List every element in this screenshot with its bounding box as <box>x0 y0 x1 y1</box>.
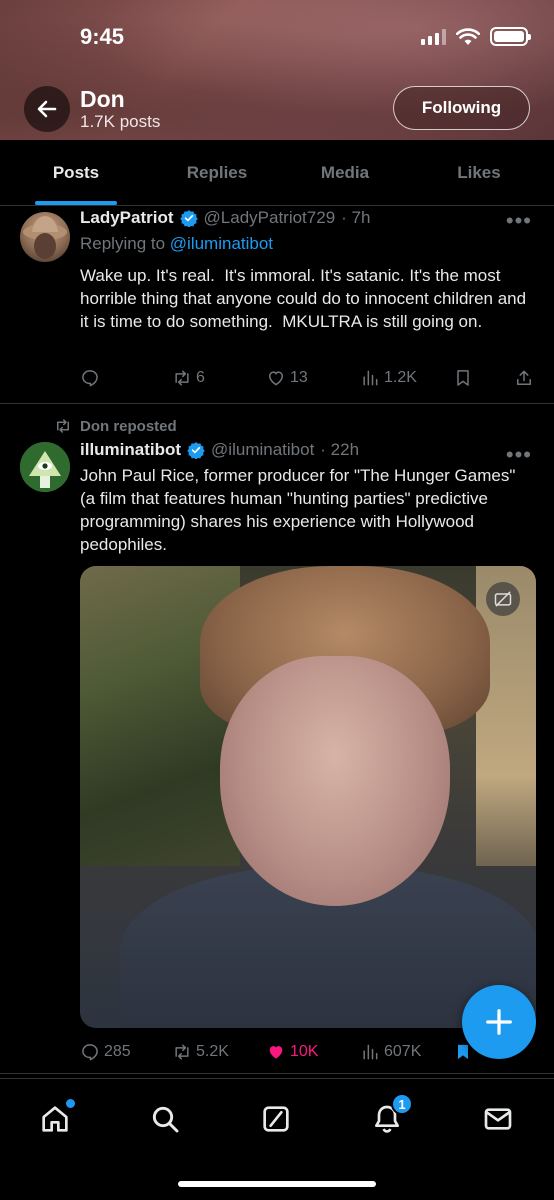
plus-icon <box>486 1009 512 1035</box>
reply-count: 285 <box>104 1043 131 1060</box>
tab-posts[interactable]: Posts <box>0 140 152 206</box>
reply-icon <box>82 1044 98 1061</box>
home-unread-dot <box>66 1099 75 1108</box>
repost-button[interactable]: 6 <box>172 368 205 388</box>
repost-count: 5.2K <box>196 1043 229 1060</box>
views-chart-icon <box>363 1044 378 1060</box>
repost-context: Don reposted <box>54 417 177 435</box>
compose-post-button[interactable] <box>462 985 536 1059</box>
nav-home[interactable] <box>33 1097 77 1141</box>
tweet-actions: 6 13 1.2K <box>80 368 535 392</box>
wifi-icon <box>456 27 480 45</box>
views-button[interactable]: 607K <box>360 1042 421 1062</box>
cowboy-hat-avatar-image <box>23 216 67 259</box>
captions-off-icon <box>494 591 512 607</box>
nav-notifications[interactable]: 1 <box>365 1093 413 1141</box>
mute-button[interactable] <box>486 582 520 616</box>
status-bar: 9:45 <box>0 0 554 72</box>
tweet[interactable]: LadyPatriot @LadyPatriot729 · 7h ••• Rep… <box>0 206 554 404</box>
tweet[interactable]: Don reposted illuminatibot @iluminatibot… <box>0 404 554 1074</box>
active-tab-indicator <box>35 201 117 205</box>
notification-badge: 1 <box>391 1093 413 1115</box>
verified-badge-icon <box>179 210 198 227</box>
repost-context-label: Don reposted <box>80 417 177 435</box>
author-handle[interactable]: @LadyPatriot729 <box>204 208 336 228</box>
tweet-text: Wake up. It's real. It's immoral. It's s… <box>80 266 531 331</box>
like-count: 10K <box>290 1043 319 1060</box>
eye-pyramid-avatar-image <box>20 442 70 492</box>
tweet-time: · 7h <box>341 208 371 227</box>
views-button[interactable]: 1.2K <box>360 368 417 388</box>
tab-likes[interactable]: Likes <box>404 140 554 206</box>
profile-name: Don <box>80 86 125 112</box>
author-name[interactable]: illuminatibot <box>80 440 181 460</box>
replying-to-label: Replying to <box>80 234 170 253</box>
author-handle[interactable]: @iluminatibot <box>211 440 314 460</box>
views-chart-icon <box>363 370 378 386</box>
repost-count: 6 <box>196 369 205 386</box>
profile-tabs: Posts Replies Media Likes <box>0 140 554 206</box>
verified-badge-icon <box>187 442 205 459</box>
tweet-text: John Paul Rice, former producer for "The… <box>80 466 521 554</box>
cellular-signal-icon <box>421 28 446 45</box>
more-options-icon[interactable]: ••• <box>506 444 532 466</box>
reply-button[interactable] <box>80 368 100 388</box>
heart-filled-icon <box>269 1046 283 1059</box>
share-button[interactable] <box>514 368 534 388</box>
video-subject-face <box>220 656 450 906</box>
search-icon <box>152 1106 179 1133</box>
post-count: 1.7K posts <box>80 112 161 131</box>
bookmark-icon <box>457 370 469 386</box>
battery-icon <box>490 27 531 46</box>
view-count: 607K <box>384 1043 422 1060</box>
following-button[interactable]: Following <box>393 86 530 130</box>
heart-icon <box>269 371 283 386</box>
tweet-time: · 22h <box>320 440 360 459</box>
like-count: 13 <box>290 369 308 386</box>
tweet-actions: 285 5.2K 10K 607K <box>80 1042 535 1066</box>
bottom-navigation: 1 <box>0 1078 554 1200</box>
grok-icon <box>263 1106 289 1132</box>
share-icon <box>517 370 531 385</box>
like-button[interactable]: 13 <box>266 368 308 388</box>
arrow-left-icon <box>37 100 57 118</box>
home-icon <box>42 1106 68 1132</box>
repost-icon <box>175 1044 189 1060</box>
profile-header: 9:45 Don 1.7K posts Following <box>0 0 554 140</box>
avatar[interactable] <box>20 212 70 262</box>
replying-to-handle[interactable]: @iluminatibot <box>170 234 273 253</box>
nav-search[interactable] <box>143 1097 187 1141</box>
view-count: 1.2K <box>384 369 417 386</box>
tab-media[interactable]: Media <box>270 140 420 206</box>
author-name[interactable]: LadyPatriot <box>80 208 174 228</box>
nav-messages[interactable] <box>476 1097 520 1141</box>
avatar[interactable] <box>20 442 70 492</box>
video-player[interactable] <box>80 566 536 1028</box>
home-indicator[interactable] <box>178 1181 376 1187</box>
like-button[interactable]: 10K <box>266 1042 318 1062</box>
reply-button[interactable]: 285 <box>80 1042 131 1062</box>
status-time: 9:45 <box>80 24 125 49</box>
bookmark-button[interactable] <box>453 368 473 388</box>
more-options-icon[interactable]: ••• <box>506 210 532 232</box>
replying-to: Replying to @iluminatibot <box>80 234 273 254</box>
back-button[interactable] <box>24 86 70 132</box>
reply-icon <box>82 370 98 387</box>
nav-grok[interactable] <box>254 1097 298 1141</box>
repost-icon <box>175 370 189 386</box>
envelope-icon <box>484 1108 512 1130</box>
repost-button[interactable]: 5.2K <box>172 1042 229 1062</box>
repost-icon <box>57 419 69 433</box>
